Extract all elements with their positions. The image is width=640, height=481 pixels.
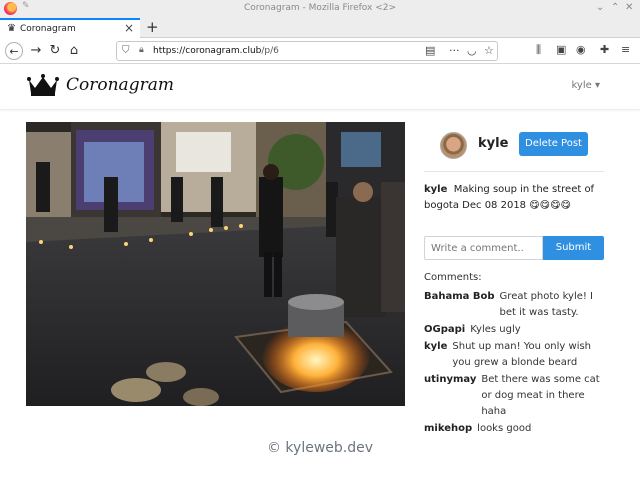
reload-button[interactable]: ↻ — [46, 42, 64, 60]
crown-logo-icon[interactable] — [27, 74, 59, 96]
comments-heading: Comments: — [424, 272, 482, 283]
post-owner[interactable]: kyle — [478, 136, 508, 151]
caret-down-icon: ▾ — [594, 80, 600, 91]
forward-button[interactable]: → — [27, 42, 45, 60]
comment-item: utinymay Bet there was some cat or dog m… — [424, 372, 604, 420]
back-button[interactable]: ← — [5, 42, 23, 60]
caption-user[interactable]: kyle — [424, 184, 447, 195]
comment-text: Great photo kyle! I bet it was tasty. — [499, 291, 594, 318]
comment-user[interactable]: Bahama Bob — [424, 289, 495, 321]
window-title: Coronagram - Mozilla Firefox <2> — [243, 3, 396, 13]
minimize-icon[interactable]: ⌄ — [596, 2, 604, 13]
comment-item: mikehop looks good — [424, 421, 604, 437]
lock-icon[interactable]: 🔒︎ — [139, 45, 144, 55]
comment-text: Bet there was some cat or dog meat in th… — [481, 374, 600, 417]
comment-text: Shut up man! You only wish you grew a bl… — [452, 341, 592, 368]
shield-icon[interactable]: ⛉ — [122, 45, 130, 56]
home-button[interactable]: ⌂ — [65, 42, 83, 60]
bookmark-star-icon[interactable]: ☆ — [484, 44, 494, 57]
comment-input[interactable] — [424, 236, 543, 260]
tab-label: Coronagram — [20, 24, 76, 34]
comment-text: looks good — [477, 423, 532, 434]
window-titlebar: ✎ Coronagram - Mozilla Firefox <2> ⌄ ⌃ ✕ — [0, 0, 640, 18]
brand-name[interactable]: Coronagram — [66, 75, 174, 95]
avatar[interactable] — [440, 132, 467, 159]
post-photo — [26, 122, 405, 406]
comment-text: Kyles ugly — [470, 324, 521, 335]
user-dropdown[interactable]: kyle ▾ — [571, 80, 600, 91]
caption-text: Making soup in the street of bogota Dec … — [424, 184, 595, 211]
page-content: Coronagram kyle ▾ kyle Delete Post kyle … — [0, 65, 640, 481]
close-window-icon[interactable]: ✕ — [625, 2, 633, 13]
account-icon[interactable]: ◉ — [576, 43, 586, 56]
menu-icon[interactable]: ≡ — [621, 43, 630, 56]
comment-user[interactable]: OGpapi — [424, 322, 465, 338]
close-tab-icon[interactable]: × — [124, 21, 134, 35]
comment-user[interactable]: mikehop — [424, 421, 472, 437]
comments-list: Bahama Bob Great photo kyle! I bet it wa… — [424, 289, 604, 438]
sidebar-icon[interactable]: ▣ — [556, 43, 566, 56]
tab-coronagram[interactable]: ♛ Coronagram × — [0, 18, 140, 38]
post-caption: kyle Making soup in the street of bogota… — [424, 182, 604, 214]
reader-view-icon[interactable]: ▤ — [425, 44, 435, 57]
url-text[interactable]: https://coronagram.club/p/6 — [153, 46, 279, 56]
page-actions-icon[interactable]: ··· — [449, 44, 460, 57]
pocket-icon[interactable]: ◡ — [467, 44, 477, 57]
navigation-toolbar: ← → ↻ ⌂ ⛉ 🔒︎ https://coronagram.club/p/6… — [0, 38, 640, 64]
comment-user[interactable]: utinymay — [424, 372, 476, 420]
site-navbar: Coronagram kyle ▾ — [0, 65, 640, 110]
url-bar[interactable]: ⛉ 🔒︎ https://coronagram.club/p/6 ▤ ··· ◡… — [116, 41, 498, 61]
user-dropdown-label: kyle — [571, 80, 592, 91]
submit-button[interactable]: Submit — [543, 236, 604, 260]
maximize-icon[interactable]: ⌃ — [611, 2, 619, 13]
comment-item: Bahama Bob Great photo kyle! I bet it wa… — [424, 289, 604, 321]
extensions-icon[interactable]: ✚ — [600, 43, 609, 56]
comment-item: kyle Shut up man! You only wish you grew… — [424, 339, 604, 371]
comment-user[interactable]: kyle — [424, 339, 447, 371]
library-icon[interactable]: ⫼ — [536, 43, 541, 57]
divider — [424, 171, 604, 172]
comment-item: OGpapi Kyles ugly — [424, 322, 604, 338]
tab-bar: ♛ Coronagram × + — [0, 18, 640, 38]
delete-post-button[interactable]: Delete Post — [519, 132, 588, 156]
crown-favicon-icon: ♛ — [7, 23, 16, 34]
footer-copyright: © kyleweb.dev — [266, 440, 374, 456]
new-tab-button[interactable]: + — [146, 18, 159, 36]
